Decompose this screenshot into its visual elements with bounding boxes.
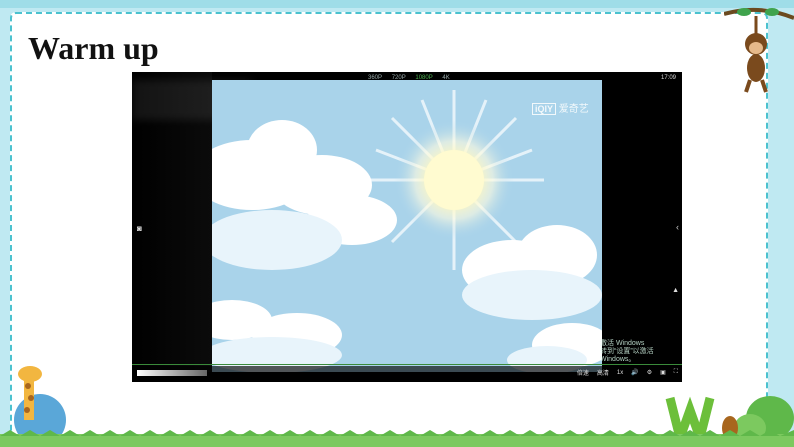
brand-text: 爱奇艺 — [558, 104, 589, 115]
watermark-line-1: 激活 Windows — [600, 340, 645, 347]
watermark-line-2: 转到“设置”以激活 Windows。 — [600, 348, 654, 363]
brand-watermark: iQIY 爱奇艺 — [532, 100, 589, 115]
volume-slider[interactable] — [137, 370, 207, 376]
volume-icon[interactable]: 🔊 — [631, 369, 638, 376]
brand-logo: iQIY — [532, 103, 557, 115]
speed-button[interactable]: 倍速 — [577, 368, 589, 377]
settings-icon[interactable]: ⚙ — [647, 369, 652, 376]
chevron-left-icon[interactable]: ‹ — [676, 222, 679, 232]
sun — [424, 150, 484, 210]
video-frame-sky-scene — [212, 80, 602, 372]
player-control-bar: 倍速 高清 1x 🔊 ⚙ ▣ ⛶ — [132, 366, 682, 382]
pip-icon[interactable]: ▣ — [660, 369, 666, 376]
camera-icon[interactable]: ◙ — [137, 224, 142, 233]
slide-title: Warm up — [28, 30, 159, 66]
grass-strip-decoration — [0, 430, 794, 447]
rate-button[interactable]: 1x — [617, 370, 623, 376]
quality-option[interactable]: 720P — [392, 75, 406, 81]
mouse-cursor-icon: ▲ — [672, 287, 679, 294]
player-controls-right: 倍速 高清 1x 🔊 ⚙ ▣ ⛶ — [577, 368, 678, 377]
clock-time: 17:09 — [660, 75, 676, 81]
quality-bar: 360P 720P 1080P 4K — [368, 75, 458, 81]
top-decoration-strip — [0, 0, 794, 8]
progress-bar[interactable] — [132, 364, 682, 365]
quality-option[interactable]: 1080P — [415, 75, 432, 81]
video-player[interactable]: 360P 720P 1080P 4K 17:09 iQIY 爱奇艺 ◙ ‹ ▲ … — [132, 72, 682, 382]
monkey-on-branch-decoration — [724, 7, 794, 93]
quality-option[interactable]: 360P — [368, 75, 382, 81]
quality-option[interactable]: 4K — [442, 75, 449, 81]
fullscreen-icon[interactable]: ⛶ — [674, 369, 678, 376]
windows-activation-watermark: 激活 Windows 转到“设置”以激活 Windows。 — [600, 340, 682, 364]
hd-button[interactable]: 高清 — [597, 368, 609, 377]
